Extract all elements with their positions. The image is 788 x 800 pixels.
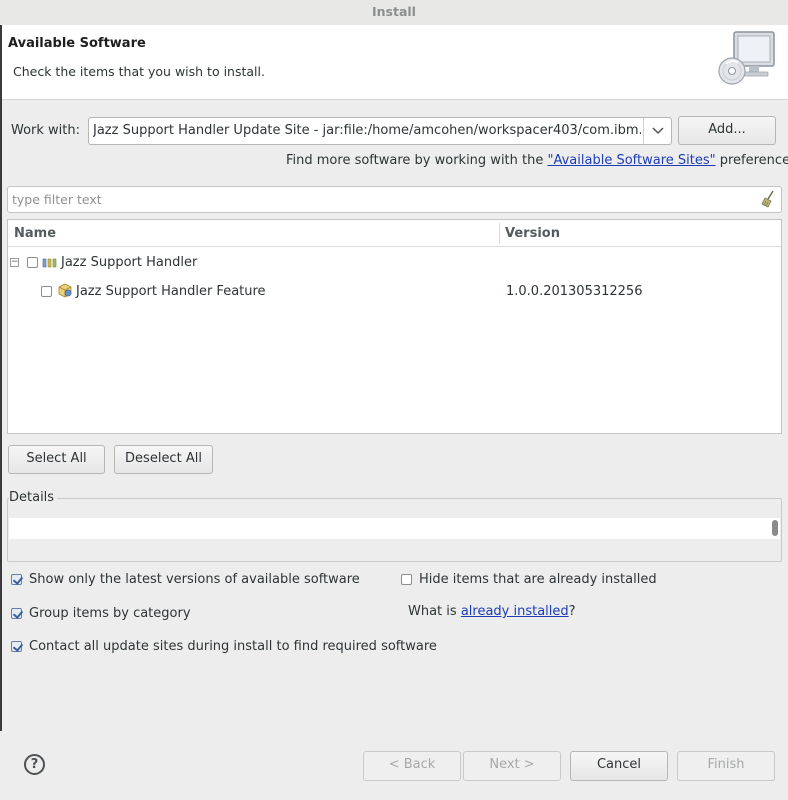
wizard-banner: Available Software Check the items that … [2, 25, 788, 100]
column-version[interactable]: Version [505, 226, 560, 241]
details-text-area[interactable] [9, 518, 780, 539]
deselect-all-button[interactable]: Deselect All [114, 445, 213, 474]
find-more-text: Find more software by working with the "… [286, 153, 788, 168]
tree-item-label: Jazz Support Handler [61, 255, 198, 270]
row-checkbox[interactable] [27, 257, 38, 268]
banner-description: Check the items that you wish to install… [13, 64, 265, 79]
find-more-suffix: preferences. [719, 153, 788, 168]
next-button[interactable]: Next > [463, 751, 561, 781]
row-checkbox[interactable] [41, 286, 52, 297]
select-all-button[interactable]: Select All [8, 445, 105, 474]
window-left-edge [0, 25, 2, 731]
what-is-installed-text: What is already installed? [408, 604, 576, 619]
category-icon [42, 258, 57, 268]
hide-installed-checkbox[interactable] [401, 574, 412, 585]
contact-all-sites-label: Contact all update sites during install … [29, 639, 437, 654]
tree-header: Name Version [8, 220, 781, 247]
filter-input[interactable]: type filter text [7, 186, 782, 213]
finish-button[interactable]: Finish [677, 751, 775, 781]
group-by-category-checkbox[interactable] [11, 608, 22, 619]
details-scrollbar[interactable] [772, 520, 778, 536]
show-latest-checkbox[interactable] [11, 574, 22, 585]
find-more-prefix: Find more software by working with the [286, 153, 548, 168]
cancel-button[interactable]: Cancel [570, 751, 668, 781]
details-group [7, 498, 782, 562]
what-is-suffix: ? [568, 604, 576, 619]
already-installed-link[interactable]: already installed [461, 604, 569, 619]
help-icon[interactable]: ? [24, 754, 45, 775]
tree-item-version: 1.0.0.201305312256 [506, 284, 643, 299]
tree-item-label: Jazz Support Handler Feature [76, 284, 266, 299]
collapse-icon[interactable]: − [10, 258, 19, 267]
install-wizard-icon [718, 31, 775, 85]
group-by-category-label: Group items by category [29, 606, 191, 621]
software-tree[interactable]: Name Version − Jazz Support Handler Jazz… [7, 219, 782, 434]
work-with-combo[interactable]: Jazz Support Handler Update Site - jar:f… [88, 117, 672, 145]
add-site-button[interactable]: Add... [678, 116, 776, 145]
work-with-value: Jazz Support Handler Update Site - jar:f… [93, 123, 641, 138]
what-is-prefix: What is [408, 604, 461, 619]
back-button[interactable]: < Back [363, 751, 461, 781]
hide-installed-label: Hide items that are already installed [419, 572, 657, 587]
show-latest-label: Show only the latest versions of availab… [29, 572, 360, 587]
window-title: Install [0, 0, 788, 25]
work-with-label: Work with: [11, 123, 81, 138]
chevron-down-icon[interactable] [643, 118, 671, 144]
clear-filter-icon[interactable] [760, 190, 776, 208]
details-legend: Details [9, 490, 58, 505]
tree-row[interactable]: Jazz Support Handler Feature 1.0.0.20130… [8, 279, 781, 305]
filter-placeholder: type filter text [12, 192, 102, 207]
banner-title: Available Software [8, 36, 146, 51]
column-separator [499, 223, 500, 244]
available-software-sites-link[interactable]: "Available Software Sites" [548, 153, 716, 168]
contact-all-sites-checkbox[interactable] [11, 641, 22, 652]
tree-row[interactable]: − Jazz Support Handler [8, 250, 781, 276]
feature-plugin-icon [58, 283, 72, 298]
column-name[interactable]: Name [14, 226, 56, 241]
